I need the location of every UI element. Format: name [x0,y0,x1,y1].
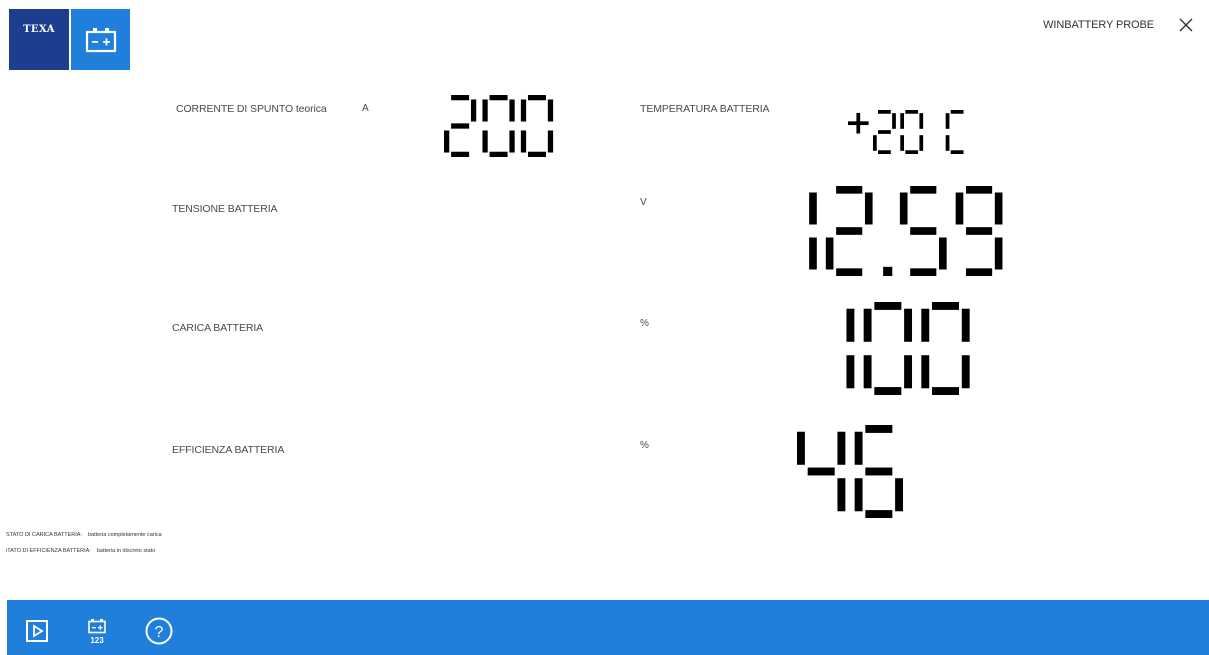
battery-test-button[interactable]: 123 [82,616,112,646]
voltage-value [770,186,1003,276]
efficiency-status-value: batteria in discreto stato [96,548,156,554]
efficiency-unit: % [640,440,649,451]
voltage-label: TENSIONE BATTERIA [172,203,278,215]
voltage-unit: V [640,197,647,208]
charge-label: CARICA BATTERIA [172,322,264,334]
play-button[interactable] [22,616,52,646]
charge-status-label: STATO DI CARICA BATTERIA: [6,532,82,538]
close-icon [1179,18,1193,32]
seven-segment-digits [846,302,970,395]
texa-logo-text: TEXA [23,24,55,35]
charge-unit: % [640,318,649,329]
close-button[interactable] [1177,16,1195,34]
battery-123-icon: 123 [88,619,106,645]
charge-status: STATO DI CARICA BATTERIA: batteria comple… [6,532,162,538]
efficiency-status-label: iTATO DI EFFICIENZA BATTERIA: [6,548,91,554]
help-icon: ? [145,617,173,645]
svg-text:?: ? [155,624,164,641]
texa-logo: TEXA [9,9,69,70]
seven-segment-digits [809,186,1003,276]
temperature-value [848,110,969,154]
seven-segment-digits [797,425,904,518]
cranking-current-value [444,95,554,157]
temperature-label: TEMPERATURA BATTERIA [640,103,770,115]
help-button[interactable]: ? [144,616,174,646]
app-logo [71,9,130,70]
seven-segment-digits [848,110,964,154]
cranking-current-unit: A [362,103,369,114]
seven-segment-digits [444,95,554,157]
efficiency-value [797,425,904,518]
charge-status-value: batteria completamente carica [88,532,162,538]
charge-value [806,302,970,395]
battery-icon [85,27,116,52]
play-icon [26,620,48,642]
bottom-toolbar: 123 ? [7,600,1209,655]
efficiency-label: EFFICIENZA BATTERIA [172,444,285,456]
cranking-current-label: CORRENTE DI SPUNTO teorica [176,103,327,115]
svg-text:123: 123 [90,636,104,645]
efficiency-status: iTATO DI EFFICIENZA BATTERIA: batteria in… [6,548,155,554]
app-title: WINBATTERY PROBE [1043,19,1154,31]
